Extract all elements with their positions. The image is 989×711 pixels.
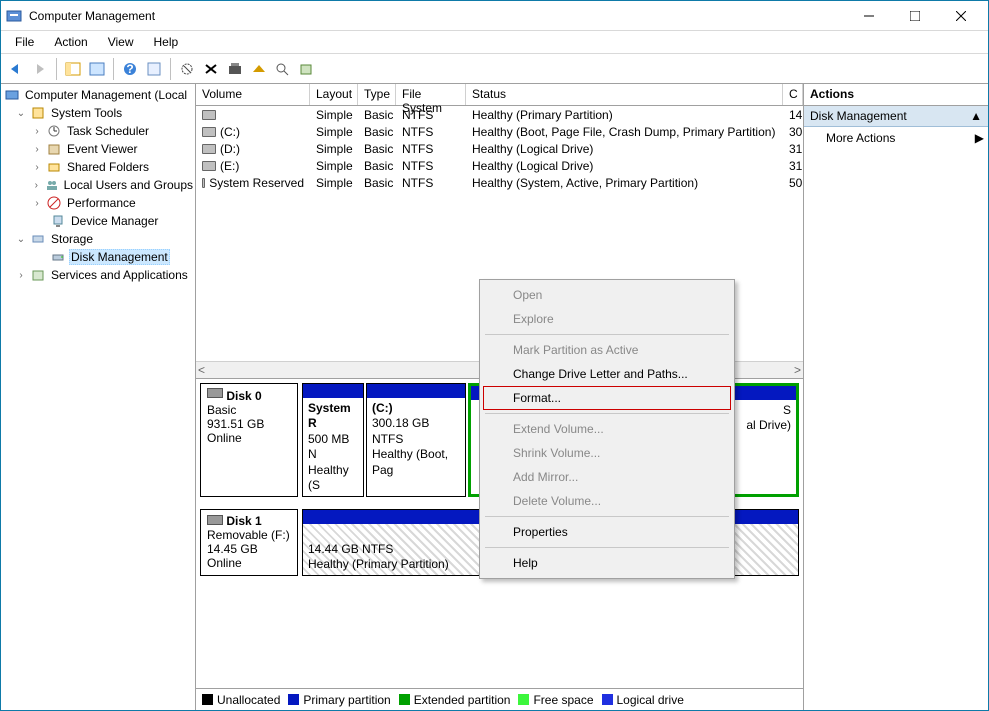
tree-event-viewer[interactable]: ›Event Viewer xyxy=(1,140,195,158)
tool-2-icon[interactable] xyxy=(200,58,222,80)
properties-button[interactable] xyxy=(86,58,108,80)
volume-list-header[interactable]: Volume Layout Type File System Status C xyxy=(196,84,803,106)
tool-3-icon[interactable] xyxy=(224,58,246,80)
actions-title: Actions xyxy=(804,84,988,106)
col-layout[interactable]: Layout xyxy=(310,84,358,105)
ctx-add-mirror[interactable]: Add Mirror... xyxy=(483,465,731,489)
legend-logical: Logical drive xyxy=(617,693,684,707)
tree-device-manager[interactable]: Device Manager xyxy=(1,212,195,230)
back-button[interactable] xyxy=(5,58,27,80)
drive-icon xyxy=(202,110,216,120)
context-menu: Open Explore Mark Partition as Active Ch… xyxy=(479,279,735,579)
partition-system-reserved[interactable]: System R500 MB NHealthy (S xyxy=(302,383,364,497)
volume-row[interactable]: (E:)SimpleBasicNTFSHealthy (Logical Driv… xyxy=(196,157,803,174)
ctx-properties[interactable]: Properties xyxy=(483,520,731,544)
ctx-format[interactable]: Format... xyxy=(483,386,731,410)
disk-icon xyxy=(207,388,223,398)
menu-file[interactable]: File xyxy=(7,33,42,51)
tree-local-users[interactable]: ›Local Users and Groups xyxy=(1,176,195,194)
legend-extended: Extended partition xyxy=(414,693,511,707)
ctx-extend-volume[interactable]: Extend Volume... xyxy=(483,417,731,441)
legend-primary: Primary partition xyxy=(303,693,390,707)
tool-5-icon[interactable] xyxy=(272,58,294,80)
volume-row[interactable]: SimpleBasicNTFSHealthy (Primary Partitio… xyxy=(196,106,803,123)
maximize-button[interactable] xyxy=(892,2,938,30)
tree-performance[interactable]: ›Performance xyxy=(1,194,195,212)
tree-task-scheduler[interactable]: ›Task Scheduler xyxy=(1,122,195,140)
tree-storage[interactable]: ⌄Storage xyxy=(1,230,195,248)
ctx-explore[interactable]: Explore xyxy=(483,307,731,331)
drive-icon xyxy=(202,127,216,137)
window-title: Computer Management xyxy=(29,9,846,23)
tool-1-icon[interactable] xyxy=(176,58,198,80)
disk-icon xyxy=(207,515,223,525)
navigation-tree[interactable]: Computer Management (Local ⌄System Tools… xyxy=(1,84,196,710)
menu-help[interactable]: Help xyxy=(146,33,187,51)
tool-4-icon[interactable] xyxy=(248,58,270,80)
chevron-right-icon: ▶ xyxy=(975,131,984,145)
ctx-help[interactable]: Help xyxy=(483,551,731,575)
drive-icon xyxy=(202,161,216,171)
col-capacity[interactable]: C xyxy=(783,84,803,105)
volume-row[interactable]: (C:)SimpleBasicNTFSHealthy (Boot, Page F… xyxy=(196,123,803,140)
legend-free: Free space xyxy=(533,693,593,707)
partition-c[interactable]: (C:)300.18 GB NTFSHealthy (Boot, Pag xyxy=(366,383,466,497)
toolbar: ? xyxy=(1,54,988,84)
col-status[interactable]: Status xyxy=(466,84,783,105)
actions-more[interactable]: More Actions▶ xyxy=(804,127,988,149)
tree-disk-management[interactable]: Disk Management xyxy=(1,248,195,266)
legend-unallocated: Unallocated xyxy=(217,693,280,707)
col-volume[interactable]: Volume xyxy=(196,84,310,105)
minimize-button[interactable] xyxy=(846,2,892,30)
ctx-mark-active[interactable]: Mark Partition as Active xyxy=(483,338,731,362)
menu-bar: File Action View Help xyxy=(1,31,988,54)
col-type[interactable]: Type xyxy=(358,84,396,105)
menu-action[interactable]: Action xyxy=(46,33,95,51)
disk-0-label[interactable]: Disk 0 Basic 931.51 GB Online xyxy=(200,383,298,497)
ctx-change-drive-letter[interactable]: Change Drive Letter and Paths... xyxy=(483,362,731,386)
drive-icon xyxy=(202,144,216,154)
legend: Unallocated Primary partition Extended p… xyxy=(196,688,803,710)
tree-system-tools[interactable]: ⌄System Tools xyxy=(1,104,195,122)
ctx-delete-volume[interactable]: Delete Volume... xyxy=(483,489,731,513)
ctx-open[interactable]: Open xyxy=(483,283,731,307)
disk-1-label[interactable]: Disk 1 Removable (F:) 14.45 GB Online xyxy=(200,509,298,576)
actions-section[interactable]: Disk Management▲ xyxy=(804,106,988,127)
volume-row[interactable]: (D:)SimpleBasicNTFSHealthy (Logical Driv… xyxy=(196,140,803,157)
tree-shared-folders[interactable]: ›Shared Folders xyxy=(1,158,195,176)
close-button[interactable] xyxy=(938,2,984,30)
svg-text:?: ? xyxy=(126,62,133,76)
show-hide-tree-button[interactable] xyxy=(62,58,84,80)
tree-services[interactable]: ›Services and Applications xyxy=(1,266,195,284)
title-bar: Computer Management xyxy=(1,1,988,31)
forward-button[interactable] xyxy=(29,58,51,80)
help-button[interactable]: ? xyxy=(119,58,141,80)
app-icon xyxy=(5,7,23,25)
volume-row[interactable]: System ReservedSimpleBasicNTFSHealthy (S… xyxy=(196,174,803,191)
col-filesystem[interactable]: File System xyxy=(396,84,466,105)
tool-6-icon[interactable] xyxy=(296,58,318,80)
tree-root[interactable]: Computer Management (Local xyxy=(1,86,195,104)
menu-view[interactable]: View xyxy=(100,33,142,51)
drive-icon xyxy=(202,178,205,188)
collapse-icon: ▲ xyxy=(970,109,982,123)
refresh-icon[interactable] xyxy=(143,58,165,80)
ctx-shrink-volume[interactable]: Shrink Volume... xyxy=(483,441,731,465)
actions-pane: Actions Disk Management▲ More Actions▶ xyxy=(804,84,988,710)
